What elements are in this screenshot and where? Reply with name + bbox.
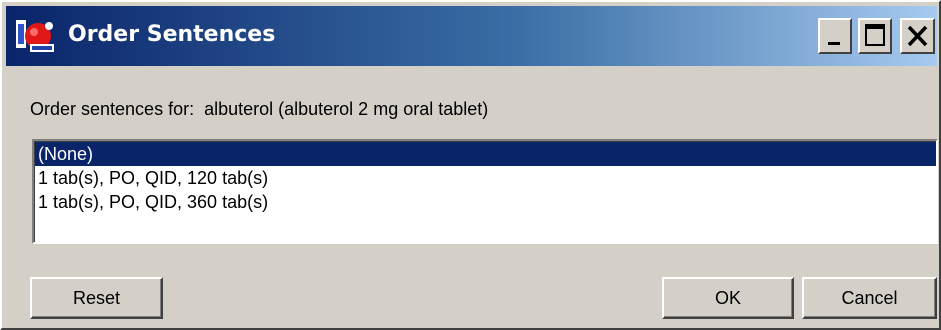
window-title: Order Sentences xyxy=(68,22,276,47)
maximize-button[interactable] xyxy=(858,18,892,54)
label-prefix: Order sentences for: xyxy=(30,99,195,119)
cancel-button[interactable]: Cancel xyxy=(802,277,937,319)
drug-name: albuterol (albuterol 2 mg oral tablet) xyxy=(204,99,489,119)
title-bar[interactable]: Order Sentences xyxy=(6,6,937,66)
order-sentences-label: Order sentences for: albuterol (albutero… xyxy=(30,97,488,121)
order-sentences-dialog: Order Sentences Order sentences for: alb… xyxy=(0,0,941,330)
maximize-icon xyxy=(865,24,885,46)
reset-button[interactable]: Reset xyxy=(30,277,163,319)
list-item-none[interactable]: (None) xyxy=(35,142,936,166)
minimize-button[interactable] xyxy=(818,18,852,54)
close-icon xyxy=(907,25,928,47)
order-sentences-list[interactable]: (None) 1 tab(s), PO, QID, 120 tab(s) 1 t… xyxy=(32,139,938,244)
minimize-icon xyxy=(828,42,840,45)
list-item-120-tabs[interactable]: 1 tab(s), PO, QID, 120 tab(s) xyxy=(35,166,936,190)
list-item-360-tabs[interactable]: 1 tab(s), PO, QID, 360 tab(s) xyxy=(35,190,936,214)
close-button[interactable] xyxy=(900,18,935,54)
medical-app-icon xyxy=(14,16,58,56)
ok-button[interactable]: OK xyxy=(662,277,794,319)
